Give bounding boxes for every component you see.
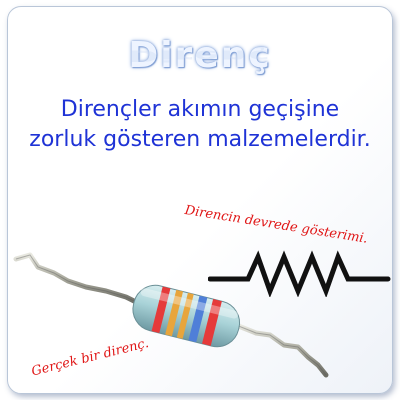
lesson-card: Direnç Direnç Dirençler akımın geçişine … (7, 6, 393, 394)
page-title: Direnç (128, 35, 272, 76)
definition-text: Dirençler akımın geçişine zorluk göstere… (29, 97, 371, 152)
resistor-zigzag-icon (208, 250, 391, 297)
